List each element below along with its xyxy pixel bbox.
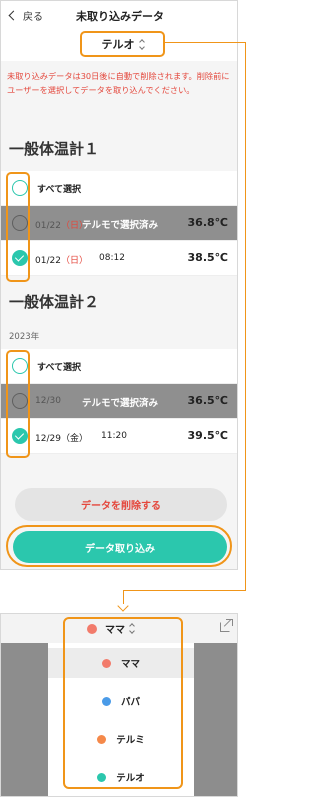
import-button-highlight — [6, 525, 232, 567]
row-time: 11:20 — [101, 431, 127, 441]
table-row[interactable]: 12/29（金） 11:20 39.5℃ — [1, 419, 237, 454]
delete-data-button[interactable]: データを削除する — [15, 488, 227, 521]
auto-delete-notice: 未取り込みデータは30日後に自動で削除されます。削除前にユーザーを選択してデータ… — [7, 71, 230, 95]
checkbox-column-highlight — [6, 172, 30, 282]
connector-line — [164, 42, 246, 43]
external-link-icon[interactable] — [220, 619, 233, 632]
device-selector[interactable]: テルオ — [80, 31, 165, 57]
table-row: 12/30 テルモで選択済み 36.5℃ — [1, 384, 237, 419]
section-title-thermometer-1: 一般体温計１ — [9, 140, 100, 158]
updown-chevron-icon — [138, 38, 145, 50]
row-date: 01/22（日） — [35, 256, 88, 266]
table-row: 01/22（日） テルモで選択済み 36.8℃ — [1, 206, 237, 241]
row-temperature: 36.8℃ — [187, 216, 228, 229]
year-label: 2023年 — [9, 332, 40, 342]
select-all-label: すべて選択 — [37, 185, 82, 195]
row-temperature: 39.5℃ — [187, 429, 228, 442]
row-date: 12/29（金） — [35, 434, 88, 444]
navigation-bar: 戻る 未取り込みデータ — [1, 1, 237, 31]
row-time: 08:12 — [99, 253, 125, 263]
select-all-label: すべて選択 — [37, 363, 82, 373]
arrow-down-icon — [117, 600, 129, 612]
connector-line — [245, 42, 246, 591]
connector-line — [124, 590, 246, 591]
user-dropdown-highlight — [63, 617, 183, 789]
page-title: 未取り込みデータ — [76, 10, 164, 23]
device-selector-bar: テルオ — [1, 31, 237, 61]
checkbox-column-highlight — [6, 350, 30, 458]
section-title-thermometer-2: 一般体温計２ — [9, 293, 100, 311]
import-data-screen: 戻る 未取り込みデータ テルオ 未取り込みデータは30日後に自動で削除されます。… — [0, 0, 238, 570]
table-row[interactable]: 01/22（日） 08:12 38.5℃ — [1, 241, 237, 276]
select-all-row[interactable]: すべて選択 — [1, 171, 237, 206]
select-all-row[interactable]: すべて選択 — [1, 349, 237, 384]
row-temperature: 36.5℃ — [187, 394, 228, 407]
device-selector-value: テルオ — [101, 38, 135, 51]
row-temperature: 38.5℃ — [187, 251, 228, 264]
